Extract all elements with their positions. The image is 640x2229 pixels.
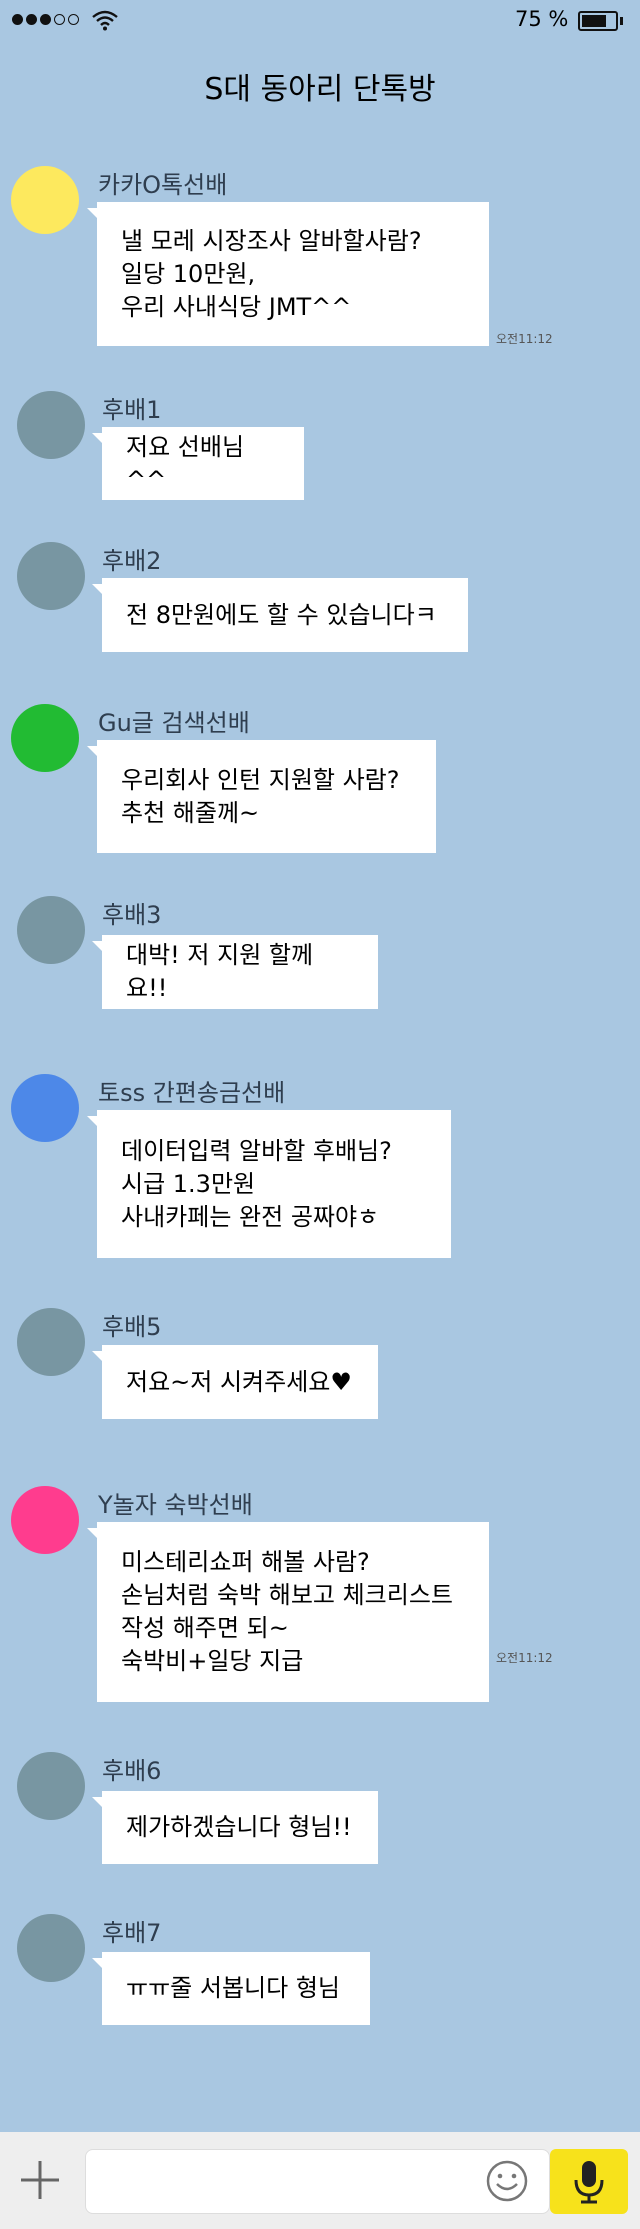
avatar[interactable] [17, 1308, 85, 1376]
sender-name: 후배5 [102, 1313, 162, 1341]
message-bubble[interactable]: 저요~저 시켜주세요♥ [102, 1345, 378, 1419]
battery-percentage: 75 % [515, 7, 569, 31]
chat-room-title: S대 동아리 단톡방 [204, 72, 436, 107]
avatar[interactable] [17, 391, 85, 459]
wifi-icon [92, 10, 118, 31]
status-bar: 75 % [0, 0, 640, 40]
message-time: 오전11:12 [496, 1651, 553, 1665]
plus-icon[interactable] [18, 2158, 62, 2202]
sender-name: 카카O톡선배 [98, 171, 228, 199]
avatar[interactable] [11, 166, 79, 234]
avatar[interactable] [17, 1752, 85, 1820]
message-bubble[interactable]: 제가하겠습니다 형님!! [102, 1791, 378, 1864]
avatar[interactable] [11, 1074, 79, 1142]
microphone-button[interactable] [550, 2149, 628, 2214]
message-bubble[interactable]: 낼 모레 시장조사 알바할사람? 일당 10만원, 우리 사내식당 JMT^^ [97, 202, 489, 346]
sender-name: Gu글 검색선배 [98, 709, 250, 737]
sender-name: 토ss 간편송금선배 [98, 1079, 286, 1107]
sender-name: Y놀자 숙박선배 [98, 1491, 253, 1519]
battery-tip [620, 17, 623, 25]
battery-icon [578, 11, 618, 31]
message-bubble[interactable]: 대박! 저 지원 할께요!! [102, 935, 378, 1009]
sender-name: 후배1 [102, 396, 162, 424]
message-bubble[interactable]: 저요 선배님^^ [102, 427, 304, 500]
message-bubble[interactable]: 전 8만원에도 할 수 있습니다ㅋ [102, 578, 468, 652]
sender-name: 후배6 [102, 1757, 162, 1785]
avatar[interactable] [17, 896, 85, 964]
sender-name: 후배7 [102, 1919, 162, 1947]
microphone-icon [574, 2161, 604, 2204]
message-bubble[interactable]: 미스테리쇼퍼 해볼 사람? 손님처럼 숙박 해보고 체크리스트 작성 해주면 되… [97, 1522, 489, 1702]
sender-name: 후배2 [102, 547, 162, 575]
message-input[interactable] [85, 2149, 550, 2214]
signal-strength-icon [12, 14, 79, 25]
message-bubble[interactable]: 데이터입력 알바할 후배님? 시급 1.3만원 사내카페는 완전 공짜야ㅎ [97, 1110, 451, 1258]
avatar[interactable] [17, 542, 85, 610]
avatar[interactable] [11, 704, 79, 772]
message-time: 오전11:12 [496, 332, 553, 346]
sender-name: 후배3 [102, 901, 162, 929]
avatar[interactable] [11, 1486, 79, 1554]
message-bubble[interactable]: ㅠㅠ줄 서봅니다 형님 [102, 1952, 370, 2025]
avatar[interactable] [17, 1914, 85, 1982]
emoji-icon[interactable] [485, 2159, 529, 2203]
message-bubble[interactable]: 우리회사 인턴 지원할 사람? 추천 해줄께~ [97, 740, 436, 853]
